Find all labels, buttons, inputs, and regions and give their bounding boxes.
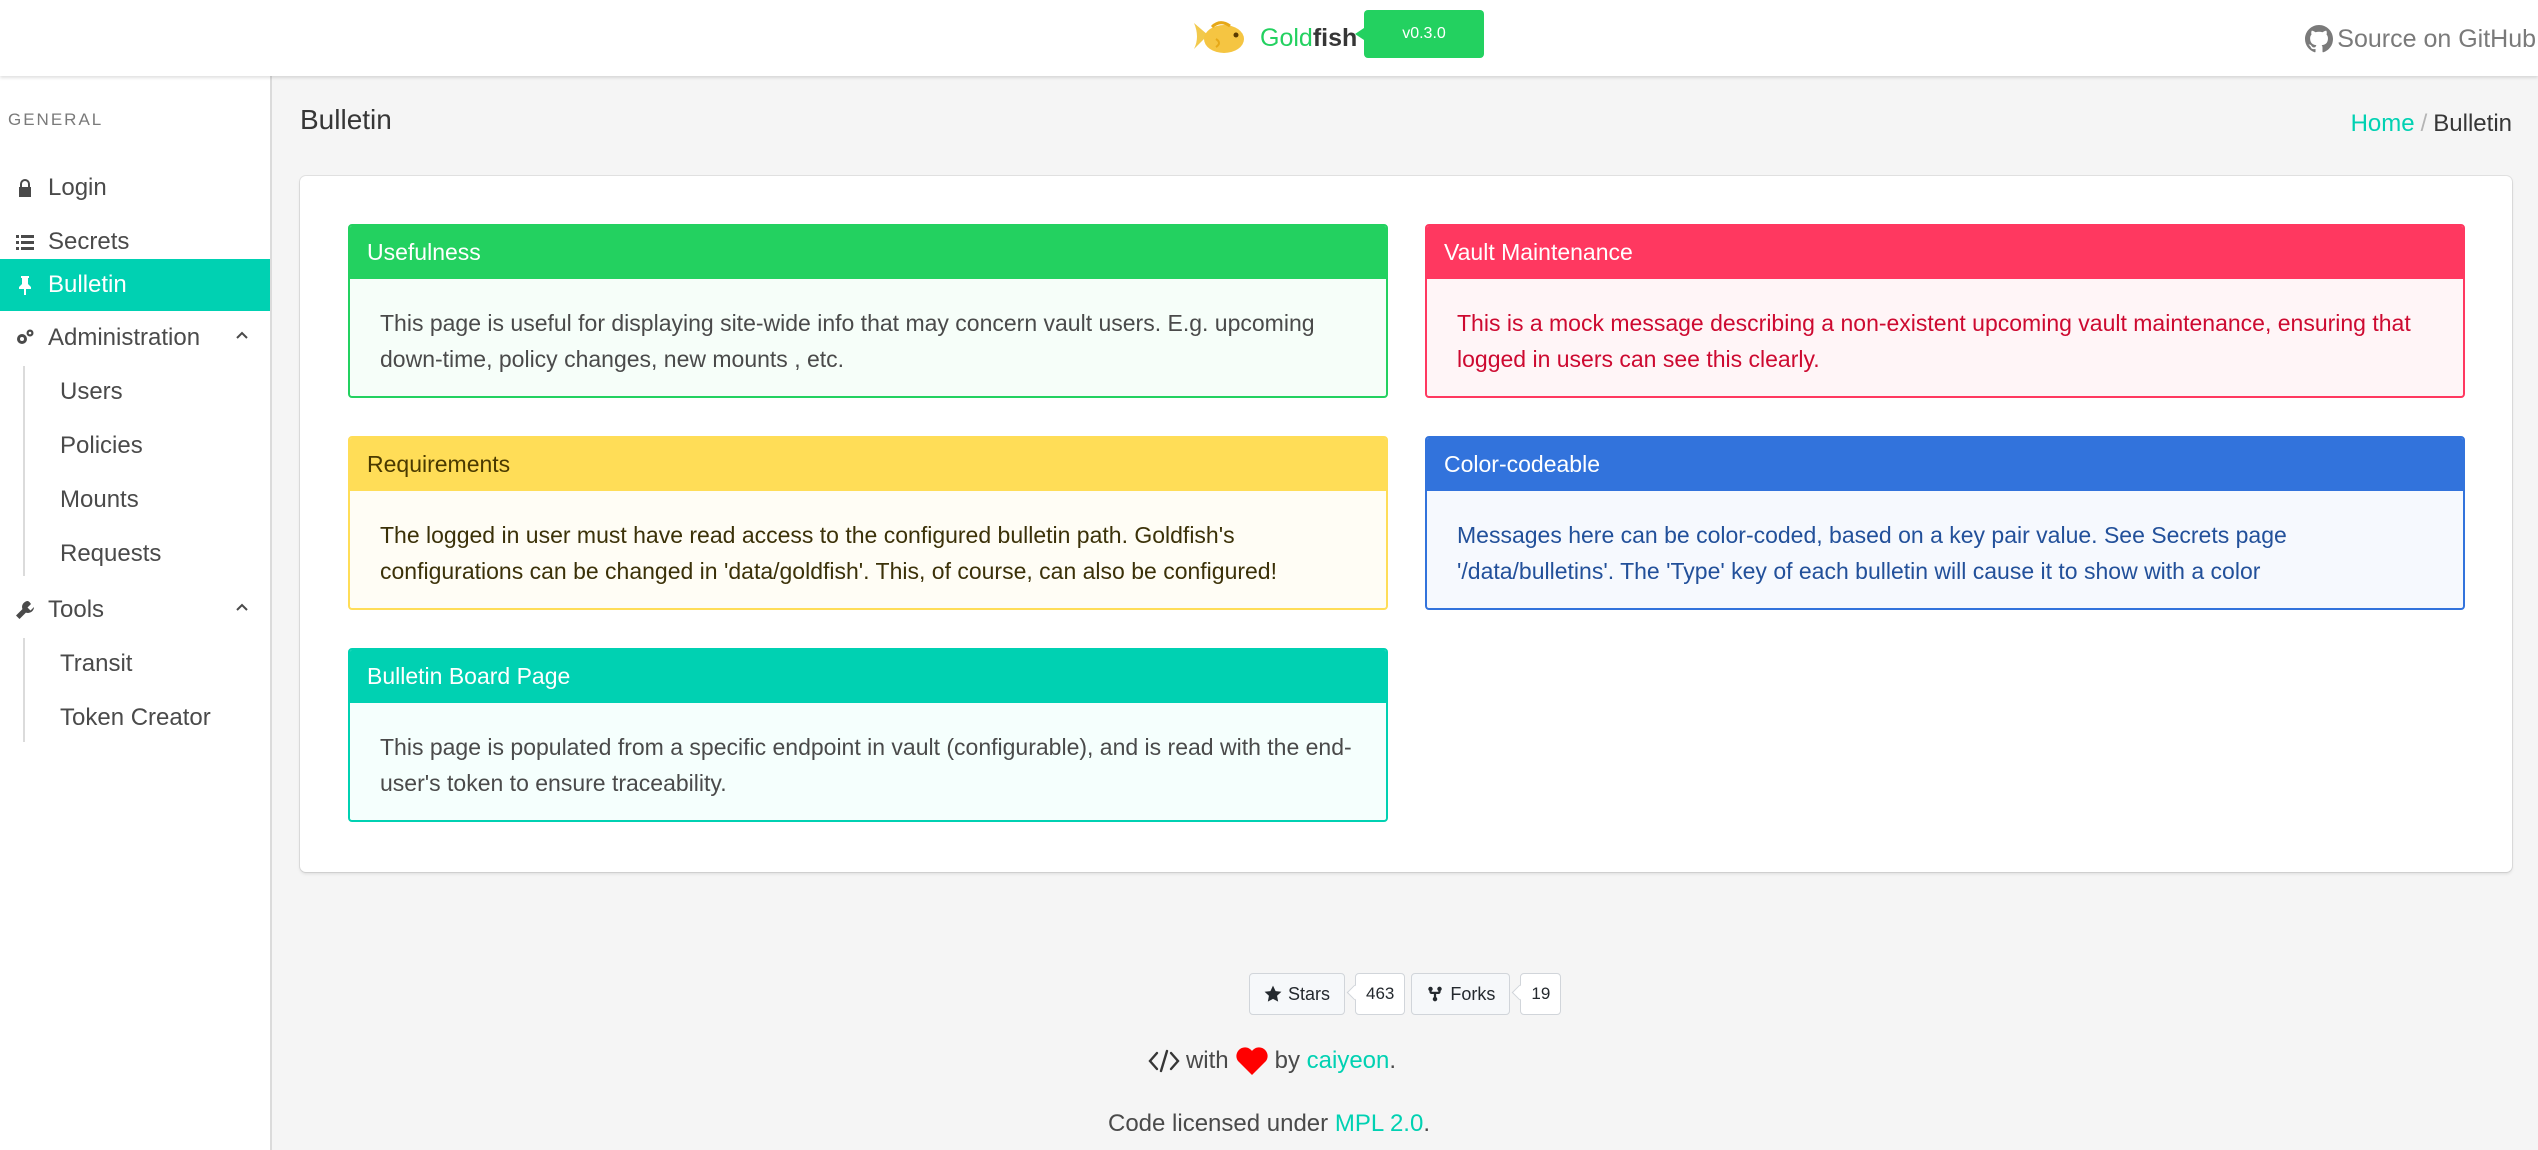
brand-name: Goldfish <box>1260 24 1357 53</box>
fork-icon <box>1428 986 1443 1002</box>
cogs-icon <box>14 327 36 349</box>
sidebar-item-label: Tools <box>48 596 105 623</box>
sidebar-item-mounts[interactable]: Mounts <box>60 474 139 526</box>
forks-label: Forks <box>1450 983 1496 1004</box>
chevron-up-icon[interactable] <box>234 327 250 343</box>
sidebar-item-login[interactable]: Login <box>0 162 270 214</box>
heart-icon <box>1236 1047 1268 1075</box>
sidebar-item-token-creator[interactable]: Token Creator <box>60 692 211 744</box>
sidebar-item-label: Secrets <box>48 228 130 255</box>
bulletin-message-body: This page is useful for displaying site-… <box>380 310 1315 372</box>
made-with-line: with by caiyeon. <box>0 1046 2538 1076</box>
version-tag: v0.3.0 <box>1355 10 1484 58</box>
brand[interactable]: Goldfish <box>1190 12 1357 64</box>
list-icon <box>14 231 36 253</box>
bulletin-message-title: Requirements <box>350 438 1386 491</box>
breadcrumb-separator: / <box>2420 110 2428 137</box>
breadcrumb-current: Bulletin <box>2433 110 2512 137</box>
submenu-divider <box>23 366 25 576</box>
bulletin-message-title: Color-codeable <box>1427 438 2463 491</box>
bulletin-message: Bulletin Board Page This page is populat… <box>348 648 1388 822</box>
made-with-text: with <box>1185 1047 1229 1074</box>
sidebar-item-requests[interactable]: Requests <box>60 528 161 580</box>
sidebar-item-policies[interactable]: Policies <box>60 420 143 472</box>
bulletin-message: Requirements The logged in user must hav… <box>348 436 1388 610</box>
sidebar: General Login Secrets Bulletin Administr… <box>0 76 272 1150</box>
chevron-up-icon[interactable] <box>234 599 250 615</box>
github-icon <box>2305 25 2334 53</box>
stars-count[interactable]: 463 <box>1355 973 1406 1015</box>
author-link[interactable]: caiyeon <box>1307 1047 1390 1075</box>
bulletin-message-body: The logged in user must have read access… <box>380 522 1277 584</box>
forks-count[interactable]: 19 <box>1520 973 1562 1015</box>
bulletin-message-body: This page is populated from a specific e… <box>380 734 1352 796</box>
sidebar-item-administration[interactable]: Administration <box>0 312 270 364</box>
breadcrumb-home-link[interactable]: Home <box>2351 110 2415 138</box>
wrench-icon <box>14 599 36 621</box>
bulletin-message-title: Bulletin Board Page <box>350 650 1386 703</box>
bulletin-message-body: This is a mock message describing a non-… <box>1457 310 2411 372</box>
license-link[interactable]: MPL 2.0 <box>1335 1110 1424 1137</box>
by-text: by <box>1274 1047 1300 1074</box>
sidebar-item-transit[interactable]: Transit <box>60 638 132 690</box>
code-icon <box>1148 1049 1180 1073</box>
stars-label: Stars <box>1288 983 1331 1004</box>
period-text: . <box>1423 1110 1430 1137</box>
bulletin-message-title: Usefulness <box>350 226 1386 279</box>
bulletin-message-title: Vault Maintenance <box>1427 226 2463 279</box>
bulletin-message: Usefulness This page is useful for displ… <box>348 224 1388 398</box>
breadcrumb: Home / Bulletin <box>2351 110 2512 138</box>
sidebar-item-bulletin[interactable]: Bulletin <box>0 259 270 311</box>
github-link-label: Source on GitHub <box>2337 24 2536 53</box>
sidebar-item-label: Login <box>48 174 107 201</box>
github-source-link[interactable]: Source on GitHub <box>2305 22 2538 56</box>
sidebar-item-tools[interactable]: Tools <box>0 584 270 636</box>
bulletin-message-body: Messages here can be color-coded, based … <box>1457 522 2287 584</box>
bulletin-message: Color-codeable Messages here can be colo… <box>1425 436 2465 610</box>
github-buttons: Stars 463 Forks 19 <box>1249 973 1567 1015</box>
page-title: Bulletin <box>300 104 392 135</box>
menu-label-general: General <box>8 110 104 129</box>
goldfish-logo-icon <box>1194 21 1244 53</box>
top-navbar: Goldfish v0.3.0 Source on GitHub <box>0 0 2538 76</box>
pin-icon <box>14 274 36 296</box>
license-prefix: Code licensed under <box>1108 1110 1329 1137</box>
sidebar-item-label: Bulletin <box>48 271 127 298</box>
sidebar-item-label: Administration <box>48 324 201 351</box>
submenu-divider <box>23 638 25 742</box>
brand-name-fish: fish <box>1312 23 1358 52</box>
bulletin-box: Usefulness This page is useful for displ… <box>300 176 2512 872</box>
bulletin-message: Vault Maintenance This is a mock message… <box>1425 224 2465 398</box>
period-text: . <box>1389 1047 1397 1074</box>
star-icon <box>1264 985 1282 1002</box>
github-fork-button[interactable]: Forks <box>1411 973 1511 1015</box>
brand-name-gold: Gold <box>1260 23 1313 52</box>
github-star-button[interactable]: Stars <box>1249 973 1346 1015</box>
sidebar-item-users[interactable]: Users <box>60 366 123 418</box>
license-line: Code licensed under MPL 2.0. <box>0 1110 2538 1138</box>
lock-icon <box>14 177 36 199</box>
